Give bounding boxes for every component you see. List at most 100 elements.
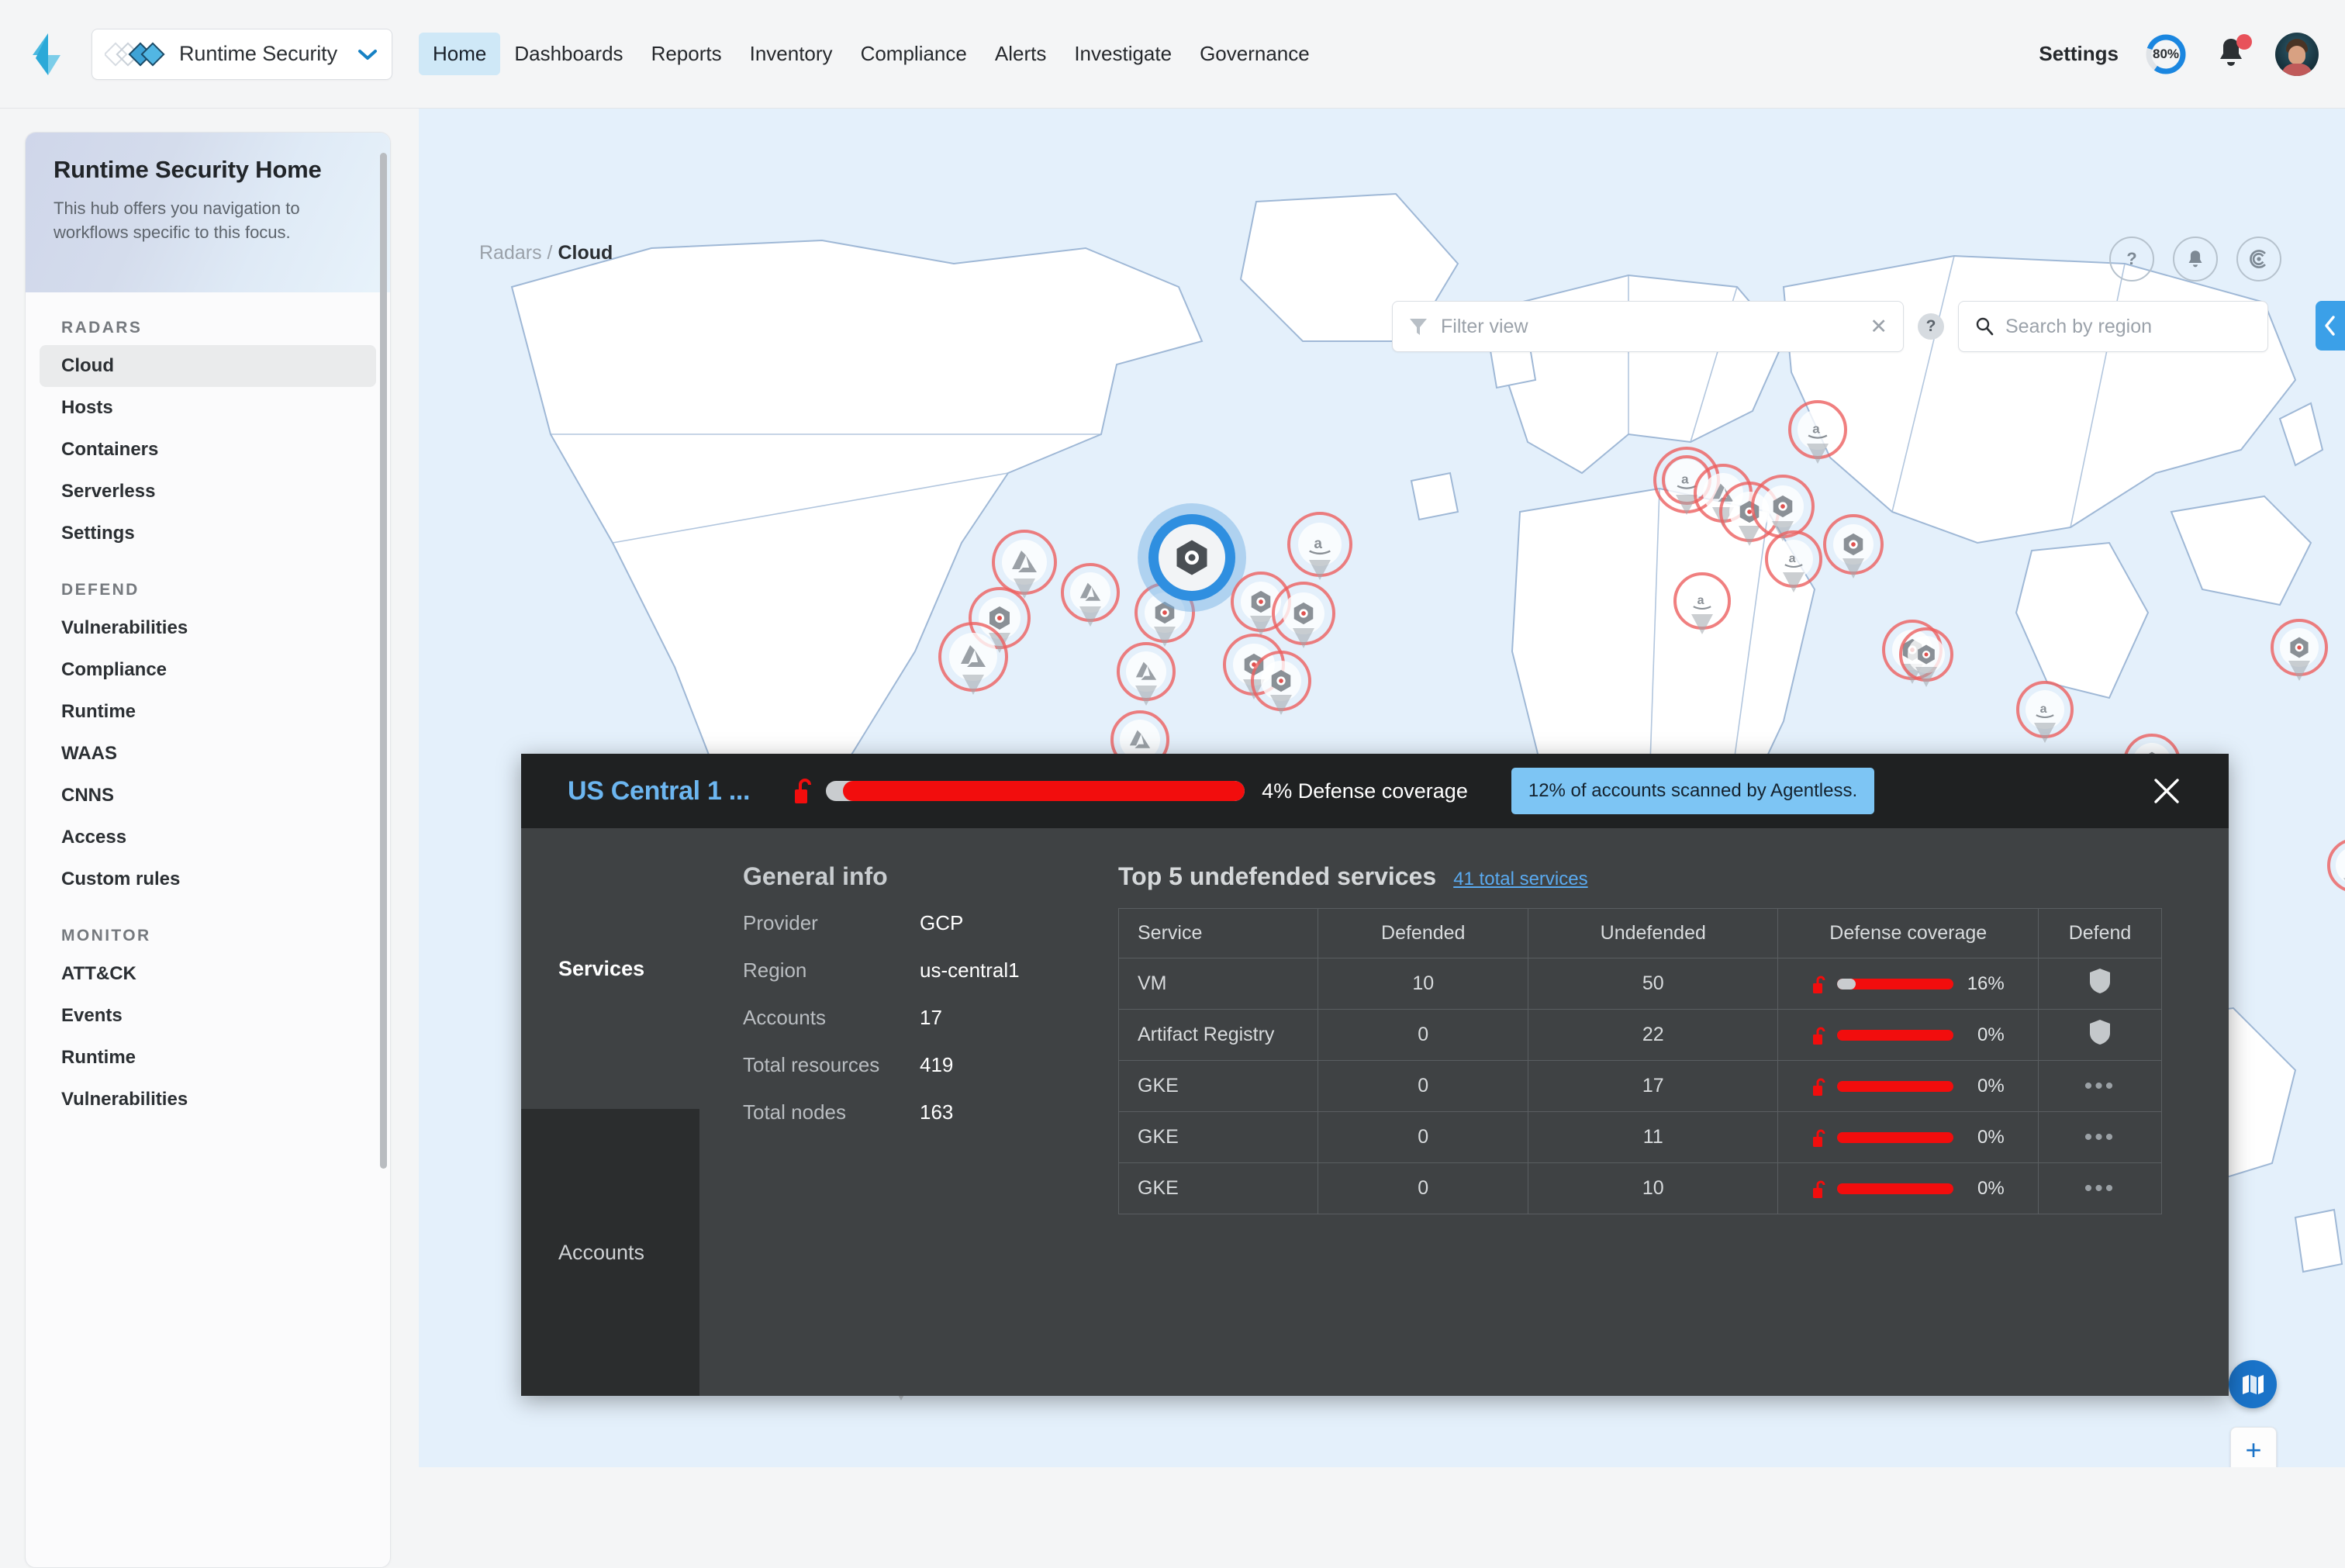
general-info-heading: General info	[743, 862, 888, 890]
breadcrumb-current: Cloud	[558, 242, 613, 264]
table-row[interactable]: GKE 0 10 0% •••	[1117, 1162, 2162, 1214]
cell-defend-action[interactable]: •••	[2038, 1060, 2162, 1112]
map-pin-azure[interactable]	[1061, 563, 1120, 627]
map-style-button[interactable]	[2229, 1360, 2277, 1408]
search-by-region-input[interactable]: Search by region	[1958, 301, 2268, 352]
map-pin-aws[interactable]: a	[1673, 572, 1731, 634]
cell-defend-action[interactable]	[2038, 1009, 2162, 1061]
coverage-percent: 0%	[1977, 1126, 2005, 1148]
general-info-value: 17	[920, 1006, 942, 1029]
panel-title[interactable]: US Central 1 ...	[568, 776, 750, 806]
map-pin-aws[interactable]: a	[2327, 838, 2345, 898]
settings-link[interactable]: Settings	[2039, 42, 2119, 66]
sidebar-item-waas[interactable]: WAAS	[40, 733, 376, 775]
map-pin-azure[interactable]	[992, 530, 1057, 599]
radar-button[interactable]	[2236, 237, 2281, 281]
column-header-defend: Defend	[2038, 908, 2162, 958]
table-header-row: Service Defended Undefended Defense cove…	[1117, 908, 2162, 958]
nav-item-home[interactable]: Home	[419, 33, 501, 75]
agentless-badge[interactable]: 12% of accounts scanned by Agentless.	[1511, 768, 1875, 814]
map-pin-azure[interactable]	[1117, 642, 1176, 706]
sidebar-item-cnns[interactable]: CNNS	[40, 775, 376, 817]
nav-item-governance[interactable]: Governance	[1186, 33, 1324, 75]
filter-help-icon[interactable]: ?	[1918, 313, 1944, 340]
sidebar-item-containers[interactable]: Containers	[40, 429, 376, 471]
sidebar-item-custom-rules[interactable]: Custom rules	[40, 858, 376, 900]
coverage-percent: 0%	[1977, 1024, 2005, 1045]
coverage-bar	[1836, 1080, 1953, 1092]
sidebar-item-runtime[interactable]: Runtime	[40, 691, 376, 733]
map-pin-aws[interactable]: a	[1765, 530, 1822, 592]
map-alerts-button[interactable]	[2173, 237, 2218, 281]
column-header-service: Service	[1117, 908, 1319, 958]
map-pin-aws[interactable]: a	[1287, 512, 1352, 580]
cell-defend-action[interactable]	[2038, 958, 2162, 1010]
map-pin-gcp[interactable]	[2271, 619, 2328, 681]
panel-close-button[interactable]	[2150, 774, 2184, 808]
nav-item-reports[interactable]: Reports	[637, 33, 736, 75]
nav-item-compliance[interactable]: Compliance	[847, 33, 981, 75]
cell-defend-action[interactable]: •••	[2038, 1111, 2162, 1163]
tab-accounts[interactable]: Accounts	[521, 1109, 699, 1396]
sidebar-scrollbar[interactable]	[380, 153, 387, 1169]
cell-service: GKE	[1117, 1162, 1319, 1214]
brand-logo-icon[interactable]	[26, 32, 70, 77]
unlock-icon	[1812, 1129, 1825, 1147]
cell-defend-action[interactable]: •••	[2038, 1162, 2162, 1214]
focus-picker[interactable]: Runtime Security	[92, 28, 392, 80]
gcp-icon	[1293, 602, 1314, 625]
map-pin-gcp[interactable]	[1251, 651, 1311, 715]
table-row[interactable]: Artifact Registry 0 22 0%	[1117, 1009, 2162, 1061]
map-pin-aws[interactable]: a	[1788, 400, 1847, 464]
svg-text:a: a	[1681, 471, 1689, 486]
breadcrumb-parent[interactable]: Radars /	[479, 242, 552, 264]
chevron-down-icon[interactable]	[357, 48, 378, 60]
nav-item-alerts[interactable]: Alerts	[981, 33, 1060, 75]
map-pin-gcp[interactable]	[1751, 475, 1815, 541]
notifications-button[interactable]	[2213, 33, 2252, 73]
map-pin-gcp[interactable]	[1272, 582, 1335, 648]
filter-view-input[interactable]: Filter view ✕	[1392, 301, 1904, 352]
map-top-icon-group: ?	[2109, 237, 2281, 281]
clear-filter-icon[interactable]: ✕	[1870, 315, 1887, 339]
zoom-in-button[interactable]: +	[2230, 1427, 2277, 1467]
tab-services[interactable]: Services	[521, 828, 699, 1109]
sidebar-item-monitor-runtime[interactable]: Runtime	[40, 1037, 376, 1079]
onboarding-progress-donut[interactable]: 80%	[2145, 33, 2187, 75]
sidebar-item-access[interactable]: Access	[40, 817, 376, 858]
map-pin-gcp[interactable]	[1899, 627, 1953, 687]
sidebar-item-vulnerabilities[interactable]: Vulnerabilities	[40, 607, 376, 649]
user-avatar[interactable]	[2275, 32, 2319, 76]
general-info-key: Total resources	[743, 1053, 880, 1076]
sidebar-item-cloud[interactable]: Cloud	[40, 345, 376, 387]
sidebar-item-compliance[interactable]: Compliance	[40, 649, 376, 691]
sidebar-item-attack[interactable]: ATT&CK	[40, 953, 376, 995]
map-pin-azure[interactable]	[938, 622, 1008, 695]
collapse-panel-button[interactable]	[2316, 301, 2345, 351]
map-pin-selected-us-central1[interactable]	[1138, 503, 1246, 612]
map-pin-gcp[interactable]	[1823, 514, 1884, 579]
nav-item-inventory[interactable]: Inventory	[736, 33, 847, 75]
general-info-key: Region	[743, 958, 807, 982]
table-row[interactable]: GKE 0 11 0% •••	[1117, 1111, 2162, 1163]
gcp-icon	[1176, 540, 1207, 575]
sidebar-item-monitor-vulnerabilities[interactable]: Vulnerabilities	[40, 1079, 376, 1121]
nav-item-investigate[interactable]: Investigate	[1060, 33, 1186, 75]
sidebar-item-events[interactable]: Events	[40, 995, 376, 1037]
cell-undefended: 50	[1528, 958, 1779, 1010]
sidebar-item-hosts[interactable]: Hosts	[40, 387, 376, 429]
nav-item-dashboards[interactable]: Dashboards	[500, 33, 637, 75]
cell-service: VM	[1117, 958, 1319, 1010]
map-pin-aws[interactable]: a	[2016, 681, 2074, 743]
cell-defended: 0	[1318, 1111, 1529, 1163]
sidebar-item-serverless[interactable]: Serverless	[40, 471, 376, 513]
total-services-link[interactable]: 41 total services	[1453, 869, 1587, 890]
sidebar-group-heading-monitor: MONITOR	[61, 927, 151, 945]
sidebar-item-settings[interactable]: Settings	[40, 513, 376, 554]
unlock-icon	[1812, 1078, 1825, 1096]
table-row[interactable]: GKE 0 17 0% •••	[1117, 1060, 2162, 1112]
cell-coverage: 0%	[1777, 1009, 2039, 1061]
table-row[interactable]: VM 10 50 16%	[1117, 958, 2162, 1010]
help-button[interactable]: ?	[2109, 237, 2154, 281]
coverage-bar	[1836, 1029, 1953, 1041]
